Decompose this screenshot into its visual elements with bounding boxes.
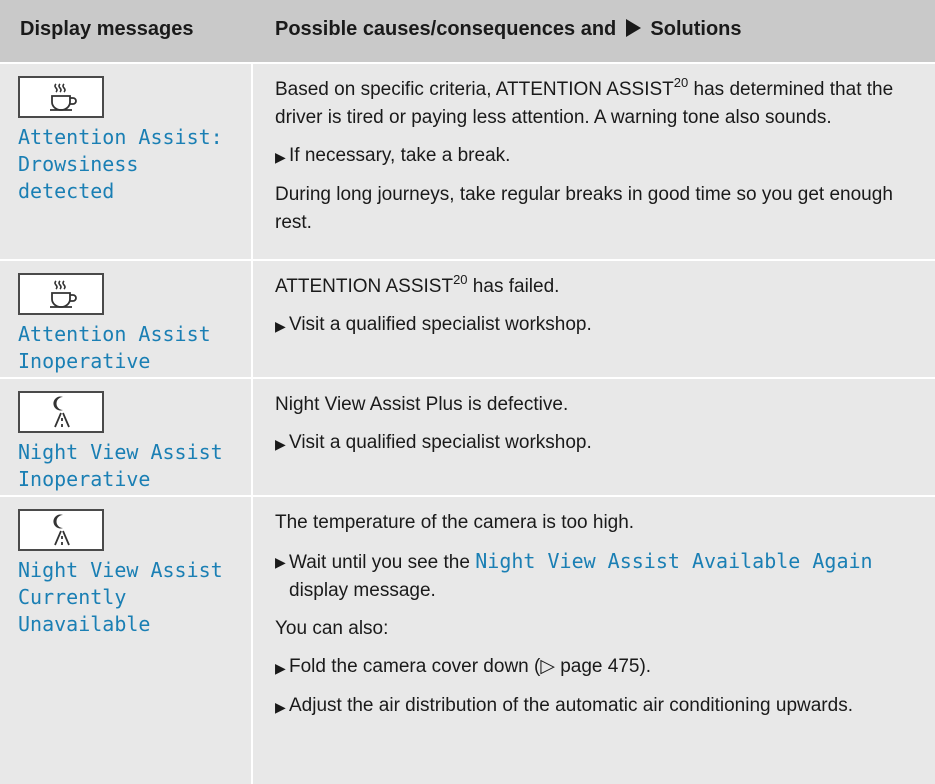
display-message: Night View Assist Currently Unavailable xyxy=(18,558,223,636)
solution-step: ▶ Adjust the air distribution of the auto… xyxy=(275,692,915,721)
footnote-ref: 20 xyxy=(673,75,689,90)
coffee-cup-icon xyxy=(18,273,104,315)
message-cell: Night View Assist Currently Unavailable xyxy=(0,497,253,784)
step-arrow-icon: ▶ xyxy=(275,318,286,334)
table-row: Attention Assist Inoperative ATTENTION A… xyxy=(0,259,935,377)
step-arrow-icon: ▶ xyxy=(275,554,286,570)
solution-step: ▶ Visit a qualified specialist workshop. xyxy=(275,311,915,340)
cause-text: Night View Assist Plus is defective. xyxy=(275,394,569,415)
solution-cell: The temperature of the camera is too hig… xyxy=(253,497,935,784)
cause-text: Based on specific criteria, ATTENTION AS… xyxy=(275,75,894,128)
night-view-road-icon xyxy=(18,391,104,433)
display-message-ref: Night View Assist Available Again xyxy=(475,549,873,573)
solution-step: ▶ Visit a qualified specialist workshop. xyxy=(275,429,915,458)
display-message: Attention Assist: Drowsiness detected xyxy=(18,125,223,203)
cause-text: ATTENTION ASSIST20 has failed. xyxy=(275,272,560,297)
step-arrow-icon: ▶ xyxy=(275,149,286,165)
header-causes-solutions: Possible causes/consequences and Solutio… xyxy=(253,0,935,62)
solution-cell: Night View Assist Plus is defective. ▶ Vi… xyxy=(253,379,935,495)
step-arrow-icon: ▶ xyxy=(275,436,286,452)
table-row: Night View Assist Inoperative Night View… xyxy=(0,377,935,495)
solution-cell: Based on specific criteria, ATTENTION AS… xyxy=(253,64,935,259)
header-causes-label: Possible causes/consequences and xyxy=(275,18,617,40)
display-message: Attention Assist Inoperative xyxy=(18,322,211,373)
table-row: Night View Assist Currently Unavailable … xyxy=(0,495,935,784)
note-text: During long journeys, take regular break… xyxy=(275,184,893,233)
message-cell: Attention Assist Inoperative xyxy=(0,261,253,377)
solution-step: ▶ If necessary, take a break. xyxy=(275,142,915,171)
coffee-cup-icon xyxy=(18,76,104,118)
also-text: You can also: xyxy=(275,618,389,639)
solution-cell: ATTENTION ASSIST20 has failed. ▶ Visit a … xyxy=(253,261,935,377)
table-row: Attention Assist: Drowsiness detected Ba… xyxy=(0,62,935,259)
solution-arrow-icon xyxy=(625,19,641,37)
footnote-ref: 20 xyxy=(453,272,468,287)
header-solutions-label: Solutions xyxy=(650,18,742,40)
solution-step: ▶ Fold the camera cover down (▷ page 475)… xyxy=(275,653,915,682)
cause-text: The temperature of the camera is too hig… xyxy=(275,512,635,533)
night-view-road-icon xyxy=(18,509,104,551)
header-display-messages: Display messages xyxy=(20,18,194,40)
solution-step: ▶ Wait until you see the Night View Assis… xyxy=(275,547,915,605)
step-arrow-icon: ▶ xyxy=(275,660,286,676)
display-message: Night View Assist Inoperative xyxy=(18,440,223,491)
step-arrow-icon: ▶ xyxy=(275,699,286,715)
display-messages-table: Display messages Possible causes/consequ… xyxy=(0,0,935,784)
message-cell: Night View Assist Inoperative xyxy=(0,379,253,495)
message-cell: Attention Assist: Drowsiness detected xyxy=(0,64,253,259)
table-header: Display messages Possible causes/consequ… xyxy=(0,0,935,62)
